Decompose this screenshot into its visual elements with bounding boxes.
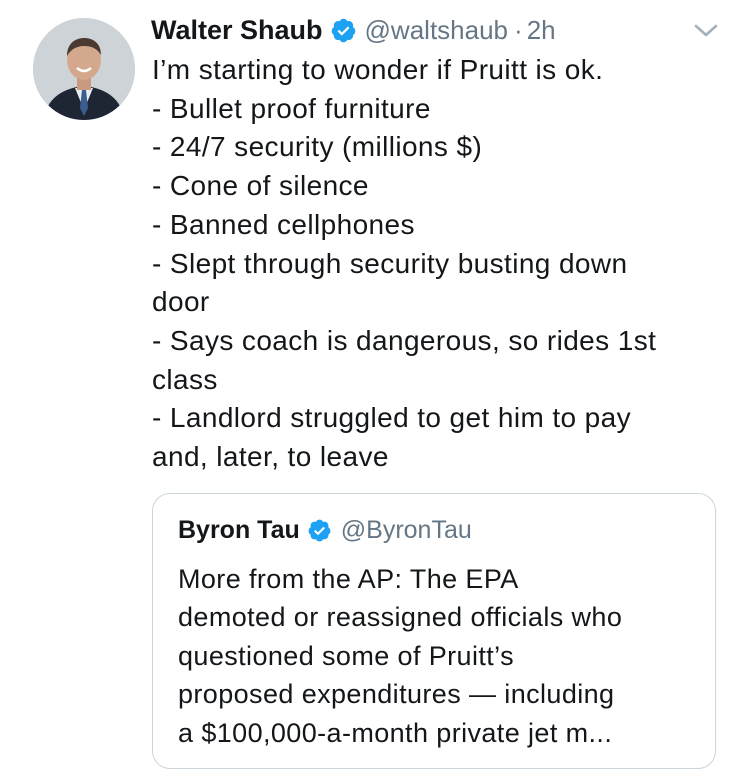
tweet-text-line: - Cone of silence [152, 170, 369, 202]
tweet-text-line: door [152, 286, 210, 318]
quoted-text-line: a $100,000-a-month private jet m... [178, 717, 613, 748]
tweet-text-line: class [152, 363, 218, 395]
quoted-tweet-card[interactable]: Byron Tau @ByronTau More from the AP: Th… [152, 493, 716, 769]
tweet-text-line: and, later, to leave [152, 441, 389, 473]
quoted-text-line: proposed expenditures — including [178, 679, 615, 710]
tweet[interactable]: Walter Shaub @waltshaub · 2h I’m startin… [0, 0, 749, 782]
avatar[interactable] [33, 18, 135, 120]
quoted-author-handle: @ByronTau [340, 515, 472, 544]
quoted-tweet-text: More from the AP: The EPA demoted or rea… [178, 560, 708, 752]
tweet-text-line: - Slept through security busting down [152, 247, 628, 279]
quoted-text-line: questioned some of Pruitt’s [178, 640, 514, 671]
quoted-tweet-header: Byron Tau @ByronTau [178, 512, 472, 548]
timestamp[interactable]: 2h [527, 15, 556, 46]
tweet-text-line: - Banned cellphones [152, 208, 415, 240]
verified-badge-icon [307, 518, 332, 543]
quoted-author-name: Byron Tau [178, 515, 300, 544]
tweet-header: Walter Shaub @waltshaub · 2h [151, 12, 556, 48]
avatar-image [33, 18, 135, 120]
separator: · [514, 14, 523, 45]
author-handle[interactable]: @waltshaub [365, 15, 508, 46]
tweet-text-line: - 24/7 security (millions $) [152, 131, 483, 163]
quoted-text-line: More from the AP: The EPA [178, 564, 519, 594]
tweet-text-line: - Bullet proof furniture [152, 92, 431, 124]
tweet-text-line: - Landlord struggled to get him to pay [152, 402, 632, 434]
tweet-text-line: - Says coach is dangerous, so rides 1st [152, 324, 657, 356]
quoted-text-line: demoted or reassigned officials who [178, 602, 623, 633]
chevron-down-icon[interactable] [693, 22, 719, 40]
author-name[interactable]: Walter Shaub [151, 15, 323, 46]
verified-badge-icon [330, 17, 357, 44]
tweet-text-line: I’m starting to wonder if Pruitt is ok. [152, 54, 604, 85]
tweet-text: I’m starting to wonder if Pruitt is ok. … [152, 51, 732, 477]
